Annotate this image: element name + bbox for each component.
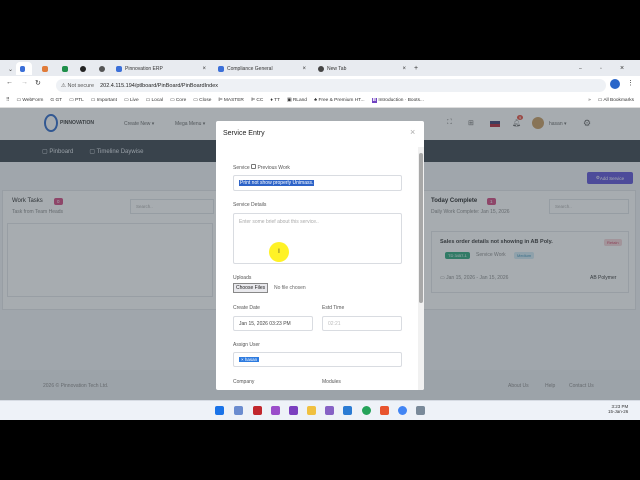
bookmark[interactable]: ♣ Free & Premium HT... [314, 98, 365, 103]
tab-pinnovation-erp[interactable]: Pinnovation ERP × [112, 62, 210, 75]
assigned-user-chip[interactable]: × hasan [239, 357, 260, 362]
bookmarks-bar: ⠿ ▭ WebForm G GT ▭ PTL ▭ Important ▭ Liv… [0, 94, 640, 108]
vs-code-icon[interactable] [325, 406, 334, 415]
service-details-textarea[interactable]: Enter some brief about this service.. [233, 213, 402, 264]
security-label: Not secure [67, 82, 95, 89]
clock[interactable]: 3:23 PM 15-Jan-26 [608, 404, 628, 414]
pinned-tab[interactable] [58, 62, 75, 75]
app-icon [20, 65, 25, 72]
service-entry-modal: Service Entry × Service Previous Work Pr… [216, 121, 424, 390]
bookmark[interactable]: ▭ Local [146, 98, 163, 103]
maximize-button[interactable]: ▫ [596, 62, 606, 75]
bookmark[interactable]: G GT [50, 98, 62, 103]
pinned-tab[interactable] [76, 62, 93, 75]
menu-icon[interactable]: ⋮ [627, 79, 634, 87]
close-modal-button[interactable]: × [410, 127, 415, 137]
minimize-button[interactable]: – [575, 62, 586, 75]
chrome-icon[interactable] [398, 406, 407, 415]
cursor-highlight: I [269, 242, 289, 262]
create-date-input[interactable]: Jan 15, 2026 03:23 PM [233, 316, 313, 331]
previous-work-checkbox[interactable] [251, 164, 257, 169]
filezilla-icon[interactable] [253, 406, 262, 415]
bookmark[interactable]: ♦ TT [270, 98, 280, 103]
company-label: Company [233, 379, 255, 385]
site-icon [42, 65, 48, 72]
calculator-icon[interactable] [416, 406, 425, 415]
assign-user-label: Assign User [233, 342, 260, 348]
reload-button[interactable]: ↻ [35, 79, 41, 87]
service-label: Service Previous Work [233, 164, 290, 171]
no-file-text: No file chosen [274, 285, 306, 291]
bookmark[interactable]: ▭ WebForm [17, 98, 44, 103]
close-tab-icon[interactable]: × [202, 66, 206, 72]
modal-title: Service Entry [223, 130, 265, 137]
github-icon [80, 65, 86, 72]
bookmark[interactable]: ⊫ MASTER [218, 98, 244, 103]
details-label: Service Details [233, 202, 267, 208]
more-bookmarks[interactable]: » [588, 98, 591, 103]
tab-compliance[interactable]: Compliance General × [214, 62, 310, 75]
estd-time-label: Estd Time [322, 305, 345, 311]
pinned-tab[interactable] [38, 62, 55, 75]
modules-label: Modules [322, 379, 341, 385]
all-bookmarks[interactable]: ▭ All Bookmarks [598, 98, 634, 103]
create-date-label: Create Date [233, 305, 260, 311]
bookmark[interactable]: ▭ Close [193, 98, 211, 103]
tab-label: Compliance General [227, 65, 273, 72]
visual-studio-icon[interactable] [289, 406, 298, 415]
new-tab-button[interactable]: + [410, 62, 422, 75]
file-explorer-icon[interactable] [307, 406, 316, 415]
close-tab-icon[interactable]: × [302, 66, 306, 72]
gear-icon [99, 65, 105, 72]
url-text: 202.4.115.194/ptlboard/PinBoard/PinBoard… [100, 82, 219, 89]
assign-user-select[interactable]: × hasan [233, 352, 402, 367]
app-icon[interactable] [343, 406, 352, 415]
modal-scrollbar[interactable] [418, 147, 424, 390]
brave-icon[interactable] [380, 406, 389, 415]
bookmark[interactable]: ⊫ CC [251, 98, 263, 103]
service-value: Print not show properly Unimass. [239, 180, 315, 186]
pinned-tab[interactable] [95, 62, 112, 75]
start-icon[interactable] [215, 406, 224, 415]
bookmark[interactable]: ▭ Core [170, 98, 186, 103]
browser-tab-bar: ⌄ Pinnovation ERP × Compliance General × N… [0, 60, 640, 76]
uploads-label: Uploads [233, 275, 252, 281]
bookmark[interactable]: ▭ PTL [69, 98, 84, 103]
windows-taskbar: 3:23 PM 15-Jan-26 [0, 400, 640, 420]
estd-time-input[interactable]: 02:21 [322, 316, 402, 331]
url-bar[interactable]: ⚠ Not secure 202.4.115.194/ptlboard/PinBo… [56, 79, 606, 92]
bookmark[interactable]: ▣ RLand [287, 98, 307, 103]
pinned-tab[interactable] [16, 62, 32, 75]
forward-button[interactable]: → [21, 79, 28, 86]
bookmark[interactable]: ▭ Important [91, 98, 117, 103]
service-input[interactable]: Print not show properly Unimass. [233, 175, 402, 191]
apps-icon[interactable]: ⠿ [6, 98, 10, 103]
profile-avatar[interactable] [610, 79, 620, 89]
close-window-button[interactable]: × [616, 62, 628, 75]
tab-label: Pinnovation ERP [125, 65, 163, 72]
tab-new-tab[interactable]: New Tab × [314, 62, 410, 75]
close-tab-icon[interactable]: × [402, 66, 406, 72]
app-icon[interactable] [234, 406, 243, 415]
tab-label: New Tab [327, 65, 347, 72]
back-button[interactable]: ← [6, 79, 13, 86]
bookmark[interactable]: B Introduction · Boots... [371, 98, 424, 103]
sheets-icon [62, 65, 68, 72]
whatsapp-icon[interactable] [362, 406, 371, 415]
app-icon[interactable] [271, 406, 280, 415]
bookmark[interactable]: ▭ Live [124, 98, 139, 103]
choose-files-button[interactable]: Choose Files [233, 283, 269, 293]
